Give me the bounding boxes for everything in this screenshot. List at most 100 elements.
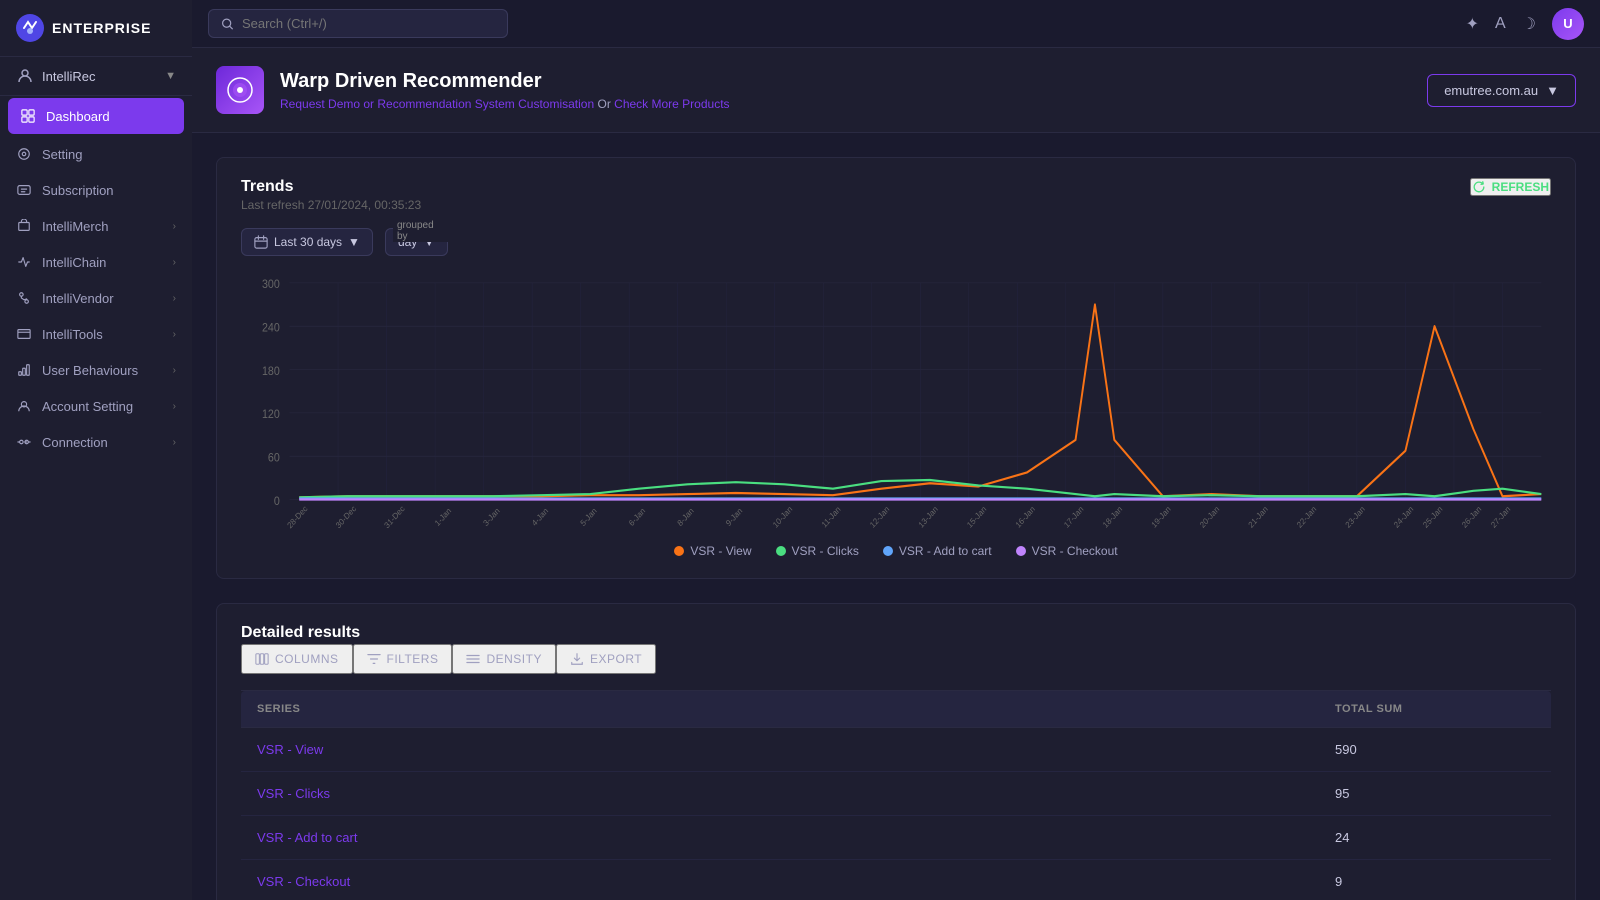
legend-dot-0 (674, 546, 684, 556)
total-sum-0: 590 (1335, 742, 1535, 757)
sidebar-item-label-9: Connection (42, 435, 163, 450)
sidebar-item-label-3: IntelliMerch (42, 219, 163, 234)
sidebar-icon-9 (16, 434, 32, 450)
chart-svg: 0 60 120 180 240 300 (241, 272, 1551, 532)
table-row-3: VSR - Checkout 9 (241, 860, 1551, 900)
refresh-button[interactable]: REFRESH (1470, 178, 1551, 196)
sidebar-item-label-7: User Behaviours (42, 363, 163, 378)
sidebar-item-intellichain[interactable]: IntelliChain › (0, 244, 192, 280)
table-row-1: VSR - Clicks 95 (241, 772, 1551, 816)
chart-legend: VSR - View VSR - Clicks VSR - Add to car… (241, 544, 1551, 558)
svg-text:20-Jan: 20-Jan (1198, 504, 1221, 530)
avatar[interactable]: U (1552, 8, 1584, 40)
sidebar-icon-3 (16, 218, 32, 234)
sidebar-item-label-4: IntelliChain (42, 255, 163, 270)
sidebar-header: ENTERPRISE (0, 0, 192, 57)
grouped-by-wrap: grouped by day ▼ (385, 228, 448, 256)
svg-text:12-Jan: 12-Jan (868, 504, 891, 530)
density-button[interactable]: DENSITY (452, 644, 556, 674)
sidebar-item-subscription[interactable]: Subscription (0, 172, 192, 208)
sidebar-item-label-2: Subscription (42, 183, 176, 198)
table-rows: VSR - View 590 VSR - Clicks 95 VSR - Add… (241, 728, 1551, 900)
svg-text:31-Dec: 31-Dec (383, 504, 407, 530)
total-sum-1: 95 (1335, 786, 1535, 801)
grid-icon[interactable]: ✦ (1466, 14, 1479, 34)
translate-icon[interactable]: A (1495, 15, 1506, 33)
svg-text:10-Jan: 10-Jan (771, 504, 794, 530)
sidebar-item-account-setting[interactable]: Account Setting › (0, 388, 192, 424)
sidebar-item-label-8: Account Setting (42, 399, 163, 414)
svg-text:18-Jan: 18-Jan (1101, 504, 1124, 530)
sidebar-item-setting[interactable]: Setting (0, 136, 192, 172)
svg-text:240: 240 (262, 322, 280, 335)
org-selector[interactable]: IntelliRec ▼ (0, 57, 192, 96)
sidebar-item-chevron-4: › (173, 257, 176, 268)
sidebar-item-intellitools[interactable]: IntelliTools › (0, 316, 192, 352)
content-area: Trends Last refresh 27/01/2024, 00:35:23… (192, 133, 1600, 900)
filters-icon (367, 652, 381, 666)
svg-text:5-Jan: 5-Jan (579, 506, 599, 528)
domain-chevron-icon: ▼ (1546, 83, 1559, 98)
topnav-icons: ✦ A ☽ U (1466, 8, 1584, 40)
demo-link[interactable]: Request Demo or Recommendation System Cu… (280, 97, 594, 111)
sidebar-item-user-behaviours[interactable]: User Behaviours › (0, 352, 192, 388)
svg-text:22-Jan: 22-Jan (1295, 504, 1318, 530)
density-icon (466, 652, 480, 666)
legend-label-1: VSR - Clicks (792, 544, 859, 558)
trends-header: Trends Last refresh 27/01/2024, 00:35:23… (241, 178, 1551, 256)
products-link[interactable]: Check More Products (614, 97, 729, 111)
svg-text:19-Jan: 19-Jan (1150, 504, 1173, 530)
sidebar-item-dashboard[interactable]: Dashboard (8, 98, 184, 134)
legend-label-0: VSR - View (690, 544, 751, 558)
detailed-results-title: Detailed results (241, 624, 1551, 642)
domain-label: emutree.com.au (1444, 83, 1538, 98)
svg-text:9-Jan: 9-Jan (724, 506, 744, 528)
series-link-3[interactable]: VSR - Checkout (257, 874, 1335, 889)
search-input[interactable] (242, 16, 495, 31)
search-box[interactable] (208, 9, 508, 38)
refresh-icon (1472, 180, 1486, 194)
org-name: IntelliRec (42, 69, 157, 84)
sidebar-item-label-1: Setting (42, 147, 176, 162)
svg-text:26-Jan: 26-Jan (1460, 504, 1483, 530)
main-content: Warp Driven Recommender Request Demo or … (192, 48, 1600, 900)
svg-text:180: 180 (262, 365, 280, 378)
col-series-header: SERIES (257, 703, 1335, 715)
sidebar-item-connection[interactable]: Connection › (0, 424, 192, 460)
trends-subtitle: Last refresh 27/01/2024, 00:35:23 (241, 198, 448, 212)
sidebar-icon-8 (16, 398, 32, 414)
legend-item-3: VSR - Checkout (1016, 544, 1118, 558)
svg-text:8-Jan: 8-Jan (676, 506, 696, 528)
sidebar-item-label-5: IntelliVendor (42, 291, 163, 306)
legend-dot-3 (1016, 546, 1026, 556)
domain-selector[interactable]: emutree.com.au ▼ (1427, 74, 1576, 107)
date-range-button[interactable]: Last 30 days ▼ (241, 228, 373, 256)
sidebar-item-intellimerch[interactable]: IntelliMerch › (0, 208, 192, 244)
filters-button[interactable]: FILTERS (353, 644, 453, 674)
col-total-sum-header: TOTAL SUM (1335, 703, 1535, 715)
svg-text:16-Jan: 16-Jan (1014, 504, 1037, 530)
sidebar-item-chevron-7: › (173, 365, 176, 376)
sidebar-item-chevron-8: › (173, 401, 176, 412)
columns-icon (255, 652, 269, 666)
trends-title-area: Trends Last refresh 27/01/2024, 00:35:23… (241, 178, 448, 256)
banner-logo (216, 66, 264, 114)
columns-label: COLUMNS (275, 652, 339, 666)
detailed-results-section: Detailed results COLUMNS FILTERS (216, 603, 1576, 900)
series-link-1[interactable]: VSR - Clicks (257, 786, 1335, 801)
refresh-label: REFRESH (1492, 180, 1549, 194)
sidebar-item-intellivendor[interactable]: IntelliVendor › (0, 280, 192, 316)
sidebar-icon-0 (20, 108, 36, 124)
date-range-label: Last 30 days (274, 235, 342, 249)
svg-text:15-Jan: 15-Jan (965, 504, 988, 530)
series-link-0[interactable]: VSR - View (257, 742, 1335, 757)
sidebar-item-label-0: Dashboard (46, 109, 172, 124)
columns-button[interactable]: COLUMNS (241, 644, 353, 674)
series-link-2[interactable]: VSR - Add to cart (257, 830, 1335, 845)
banner: Warp Driven Recommender Request Demo or … (192, 48, 1600, 133)
table-row-0: VSR - View 590 (241, 728, 1551, 772)
moon-icon[interactable]: ☽ (1522, 14, 1536, 34)
banner-info: Warp Driven Recommender Request Demo or … (280, 70, 1411, 111)
export-button[interactable]: EXPORT (556, 644, 656, 674)
svg-text:300: 300 (262, 279, 280, 292)
